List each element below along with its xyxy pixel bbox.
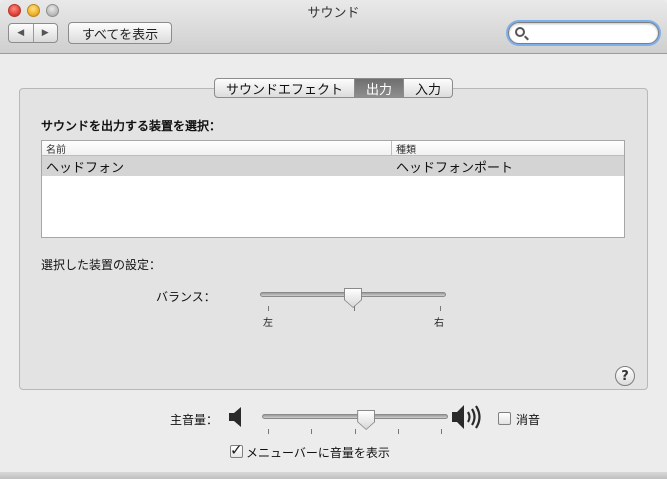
checkmark-icon: ✓ bbox=[230, 441, 243, 459]
mute-label: 消音 bbox=[516, 413, 541, 427]
show-volume-in-menubar-label: メニューバーに音量を表示 bbox=[246, 446, 390, 460]
volume-tick bbox=[355, 429, 356, 434]
tab-bar: サウンドエフェクト 出力 入力 bbox=[214, 78, 454, 98]
back-button[interactable]: ◀ bbox=[9, 24, 33, 42]
column-header-type[interactable]: 種類 bbox=[392, 141, 416, 156]
forward-button[interactable]: ▶ bbox=[32, 24, 58, 42]
help-button[interactable]: ? bbox=[615, 366, 635, 386]
speaker-low-icon bbox=[229, 407, 241, 427]
balance-slider-thumb[interactable] bbox=[344, 288, 362, 308]
search-input[interactable] bbox=[529, 25, 653, 41]
search-field[interactable] bbox=[508, 22, 659, 44]
master-volume-label: 主音量： bbox=[170, 413, 219, 427]
show-all-button[interactable]: すべてを表示 bbox=[68, 22, 172, 44]
search-icon bbox=[515, 27, 525, 37]
table-header: 名前 種類 bbox=[42, 141, 624, 156]
master-volume-slider-thumb[interactable] bbox=[357, 410, 376, 430]
balance-right-label: 右 bbox=[434, 318, 444, 329]
balance-tick-right bbox=[440, 306, 441, 311]
forward-arrow-icon: ▶ bbox=[41, 28, 49, 38]
mute-checkbox[interactable] bbox=[498, 412, 511, 425]
device-select-heading: サウンドを出力する装置を選択： bbox=[41, 119, 222, 133]
selected-device-settings-heading: 選択した装置の設定： bbox=[41, 258, 162, 272]
device-type-cell: ヘッドフォンポート bbox=[396, 160, 514, 176]
volume-tick bbox=[398, 429, 399, 434]
tab-input[interactable]: 入力 bbox=[403, 79, 452, 97]
device-name-cell: ヘッドフォン bbox=[46, 160, 125, 176]
tab-output[interactable]: 出力 bbox=[354, 79, 404, 97]
balance-tick-left bbox=[268, 306, 269, 311]
speaker-high-icon bbox=[452, 405, 481, 429]
window-title: サウンド bbox=[307, 6, 360, 21]
window-titlebar: サウンド ◀ ▶ すべてを表示 bbox=[0, 0, 667, 54]
table-row[interactable]: ヘッドフォン ヘッドフォンポート bbox=[42, 156, 624, 176]
volume-tick bbox=[268, 429, 269, 434]
back-arrow-icon: ◀ bbox=[17, 28, 25, 38]
balance-left-label: 左 bbox=[263, 318, 273, 329]
volume-tick bbox=[441, 429, 442, 434]
volume-tick bbox=[311, 429, 312, 434]
master-volume-slider-track[interactable] bbox=[262, 414, 448, 419]
show-volume-in-menubar-checkbox[interactable]: ✓ bbox=[230, 441, 243, 459]
back-forward-control: ◀ ▶ bbox=[8, 23, 58, 43]
device-table: 名前 種類 ヘッドフォン ヘッドフォンポート bbox=[41, 140, 625, 238]
column-header-name[interactable]: 名前 bbox=[42, 141, 392, 156]
window-bottom-bar bbox=[0, 472, 667, 479]
balance-label: バランス： bbox=[156, 290, 216, 304]
tab-sound-effects[interactable]: サウンドエフェクト bbox=[215, 79, 354, 98]
balance-tick-center bbox=[354, 306, 355, 311]
output-panel: サウンドを出力する装置を選択： 名前 種類 ヘッドフォン ヘッドフォンポート 選… bbox=[19, 88, 648, 390]
